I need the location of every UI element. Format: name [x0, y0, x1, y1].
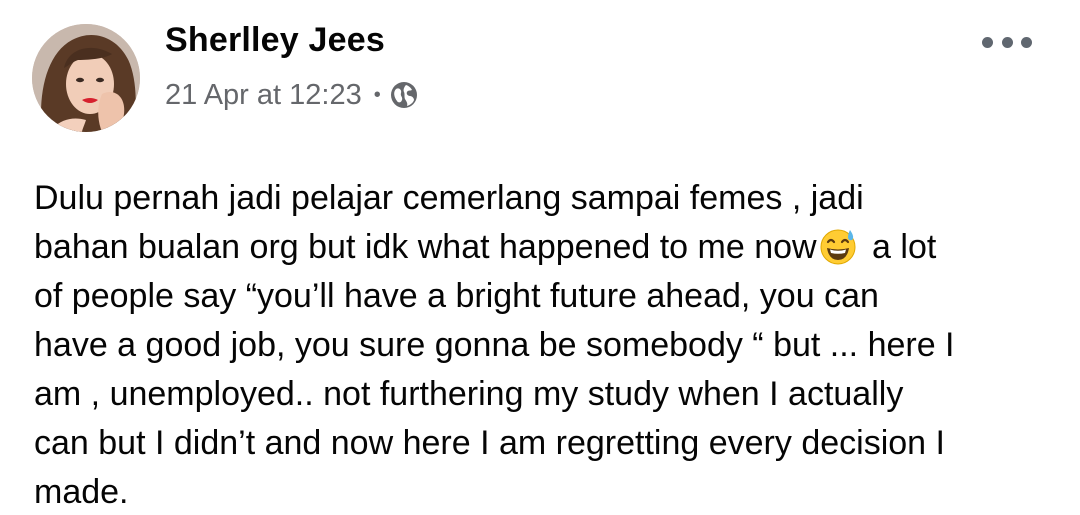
post-meta: 21 Apr at 12:23 •	[165, 77, 418, 113]
author-name[interactable]: Sherlley Jees	[165, 21, 385, 60]
avatar-image	[32, 24, 140, 132]
more-options-icon[interactable]	[982, 30, 1032, 54]
more-dot	[1021, 36, 1032, 48]
post-line: Dulu pernah jadi pelajar cemerlang sampa…	[34, 179, 864, 217]
post-line: made.	[34, 473, 129, 511]
post-line-text: a lot	[862, 228, 937, 266]
post-body: Dulu pernah jadi pelajar cemerlang sampa…	[34, 174, 1049, 515]
post-line: of people say “you’ll have a bright futu…	[34, 277, 879, 315]
meta-separator: •	[373, 84, 381, 106]
grinning-face-with-sweat-emoji	[819, 227, 857, 265]
globe-icon[interactable]	[390, 81, 418, 109]
more-dot	[982, 36, 993, 48]
timestamp[interactable]: 21 Apr at 12:23	[165, 79, 362, 112]
avatar[interactable]	[32, 24, 140, 132]
more-dot	[1001, 36, 1013, 48]
post-line: have a good job, you sure gonna be someb…	[34, 326, 955, 364]
post-line-text: bahan bualan org but idk what happened t…	[34, 228, 817, 266]
post-line: am , unemployed.. not furthering my stud…	[34, 375, 904, 413]
post-line: bahan bualan org but idk what happened t…	[34, 223, 1049, 272]
post: Sherlley Jees 21 Apr at 12:23 • Dulu per…	[0, 0, 1080, 515]
post-line: can but I didn’t and now here I am regre…	[34, 424, 945, 462]
